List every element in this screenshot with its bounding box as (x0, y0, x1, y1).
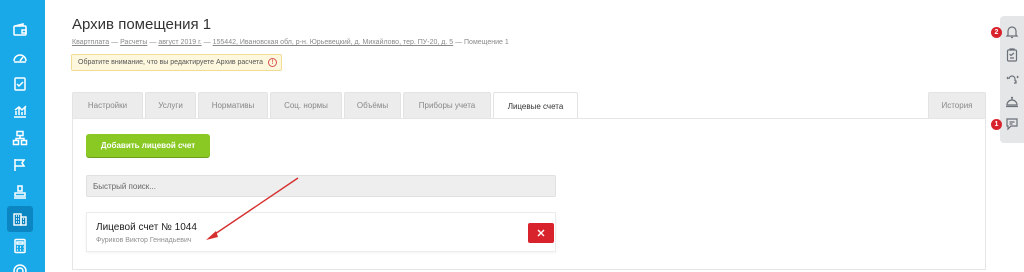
sidebar-item-checklist[interactable] (7, 71, 33, 97)
tab-settings[interactable]: Настройки (72, 92, 143, 118)
stats-chart-icon (14, 105, 27, 118)
sidebar-item-wallet[interactable] (7, 17, 33, 43)
warning-icon: ! (268, 58, 278, 67)
breadcrumb-current: — Помещение 1 (455, 39, 509, 46)
breadcrumb-link-raschety[interactable]: Расчеты (120, 39, 147, 46)
breadcrumb-link-period[interactable]: август 2019 г. (158, 39, 201, 46)
account-title: Лицевой счет № 1044 (96, 222, 197, 233)
wallet-icon (13, 23, 27, 36)
breadcrumb-separator: — (203, 39, 211, 46)
account-list-item[interactable]: Лицевой счет № 1044 Фуриков Виктор Генна… (86, 212, 556, 252)
sidebar (0, 0, 45, 272)
support-button[interactable] (1004, 70, 1020, 86)
coin-icon (13, 264, 27, 272)
notifications-button[interactable] (1004, 24, 1020, 40)
warning-text: Обратите внимание, что вы редактируете А… (78, 59, 264, 66)
breadcrumb-separator: — (111, 39, 119, 46)
add-account-button[interactable]: Добавить лицевой счет (86, 134, 210, 157)
chat-badge: 1 (991, 119, 1002, 130)
sidebar-item-coin[interactable] (7, 258, 33, 272)
sidebar-item-flag[interactable] (7, 152, 33, 178)
tasks-button[interactable] (1004, 47, 1020, 63)
sidebar-item-gauge[interactable] (7, 44, 33, 70)
notifications-badge: 2 (991, 27, 1002, 38)
stamp-icon (14, 185, 26, 199)
tab-norms[interactable]: Нормативы (198, 92, 268, 118)
checklist-icon (14, 77, 26, 91)
tab-services[interactable]: Услуги (145, 92, 196, 118)
close-icon (537, 229, 545, 237)
breadcrumb-link-address[interactable]: 155442, Ивановская обл, р-н. Юрьевецкий,… (213, 39, 454, 46)
building-icon (13, 213, 27, 226)
sidebar-item-stamp[interactable] (7, 179, 33, 205)
calculator-icon (14, 238, 26, 254)
sidebar-item-stats[interactable] (7, 98, 33, 124)
flag-icon (14, 159, 26, 171)
breadcrumb-link-kvartplata[interactable]: Квартплата (72, 39, 109, 46)
breadcrumb: Квартплата — Расчеты — август 2019 г. — … (72, 39, 509, 46)
chat-button[interactable] (1004, 116, 1020, 132)
support-icon (1006, 75, 1019, 84)
sidebar-item-building[interactable] (7, 206, 33, 232)
concierge-button[interactable] (1004, 93, 1020, 109)
archive-warning: Обратите внимание, что вы редактируете А… (71, 54, 282, 71)
sidebar-item-hierarchy[interactable] (7, 125, 33, 151)
chat-icon (1006, 118, 1018, 131)
gauge-icon (13, 54, 27, 63)
delete-account-button[interactable] (528, 223, 554, 243)
tab-meters[interactable]: Приборы учета (403, 92, 491, 118)
page-title: Архив помещения 1 (72, 16, 212, 33)
tab-volumes[interactable]: Объёмы (344, 92, 401, 118)
tab-social-norms[interactable]: Соц. нормы (270, 92, 342, 118)
quick-search-input[interactable]: Быстрый поиск... (86, 175, 556, 197)
bell-icon (1005, 26, 1019, 39)
right-toolbar (1000, 16, 1024, 143)
sidebar-item-calculator[interactable] (7, 233, 33, 259)
tab-history[interactable]: История (928, 92, 986, 118)
clipboard-icon (1006, 48, 1018, 62)
tab-personal-accounts[interactable]: Лицевые счета (493, 92, 578, 119)
account-owner: Фуриков Виктор Геннадьевич (96, 237, 192, 244)
hierarchy-icon (12, 130, 28, 146)
concierge-icon (1006, 96, 1018, 108)
breadcrumb-separator: — (149, 39, 157, 46)
